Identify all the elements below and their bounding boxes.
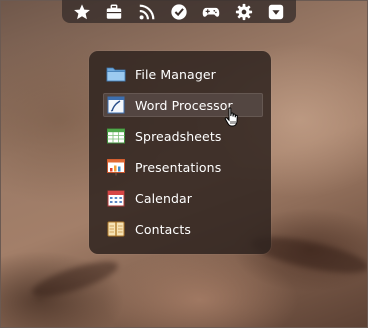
office-apps-menu: File Manager Word Processor Spreadsheets… (89, 51, 271, 254)
folder-icon (106, 65, 126, 83)
menu-item-contacts[interactable]: Contacts (103, 217, 263, 241)
spreadsheet-icon (106, 127, 126, 145)
briefcase-icon (107, 4, 122, 19)
menu-item-label: Contacts (135, 221, 191, 237)
settings-button[interactable] (233, 1, 255, 23)
menu-item-presentations[interactable]: Presentations (103, 155, 263, 179)
menu-item-label: Spreadsheets (135, 128, 222, 144)
menu-item-label: Calendar (135, 190, 193, 206)
office-button[interactable] (103, 1, 125, 23)
menu-item-label: Word Processor (135, 97, 233, 113)
menu-item-label: File Manager (135, 66, 216, 82)
hand-cursor-icon (224, 107, 238, 127)
menu-item-file-manager[interactable]: File Manager (103, 62, 263, 86)
favorites-button[interactable] (71, 1, 93, 23)
dropdown-box-icon (268, 4, 284, 19)
gamepad-icon (203, 7, 220, 17)
gear-icon (235, 3, 252, 20)
address-book-icon (106, 220, 126, 238)
more-button[interactable] (265, 1, 287, 23)
games-button[interactable] (200, 1, 222, 23)
star-icon (74, 3, 91, 19)
document-pen-icon (106, 96, 126, 114)
menu-item-label: Presentations (135, 159, 222, 175)
menu-item-calendar[interactable]: Calendar (103, 186, 263, 210)
presentation-chart-icon (106, 158, 126, 176)
tasks-button[interactable] (168, 1, 190, 23)
checkmark-circle-icon (171, 3, 187, 20)
calendar-icon (106, 189, 126, 207)
news-button[interactable] (136, 1, 158, 23)
top-dock (62, 0, 296, 23)
rss-icon (139, 4, 155, 19)
